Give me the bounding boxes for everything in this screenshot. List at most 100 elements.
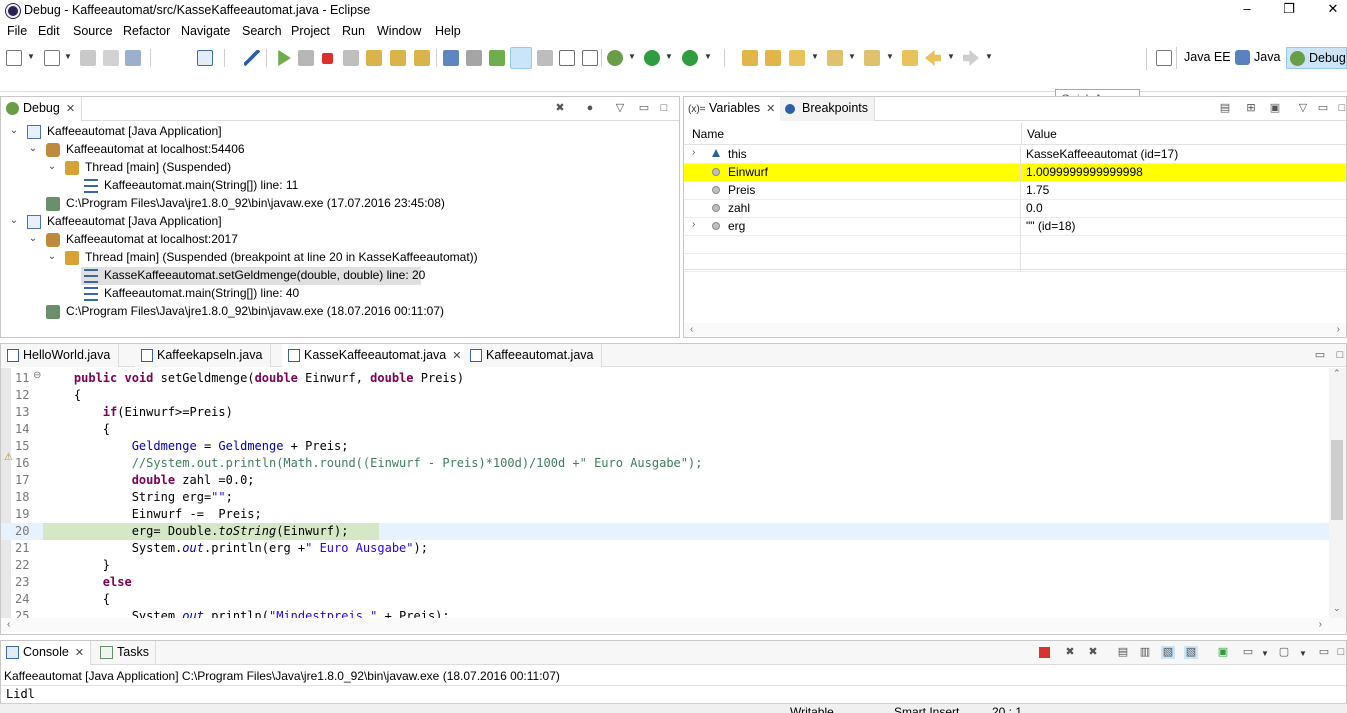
expand-icon[interactable]: ⌄ xyxy=(9,215,19,226)
code-line[interactable]: 19 Einwurf -= Preis; xyxy=(1,506,1329,523)
console-icon[interactable] xyxy=(197,50,213,66)
menu-window[interactable]: Window xyxy=(377,24,421,38)
collapse-all-icon[interactable]: ▣ xyxy=(1268,102,1282,115)
maximize-view-icon[interactable]: □ xyxy=(657,102,671,115)
scroll-lock-icon[interactable]: ▥ xyxy=(1138,646,1152,659)
code-line[interactable]: 17 double zahl =0.0; xyxy=(1,472,1329,489)
step-into-icon[interactable] xyxy=(366,50,382,66)
new-wizard-icon[interactable] xyxy=(44,50,60,66)
perspective-java-ee[interactable]: Java EE xyxy=(1162,47,1235,69)
code-line[interactable]: 14 { xyxy=(1,421,1329,438)
debug-view-icon[interactable] xyxy=(489,50,505,66)
maximize-view-icon[interactable]: □ xyxy=(1335,646,1347,659)
remove-all-terminated-icon[interactable]: ✖ xyxy=(1086,646,1100,659)
code-line[interactable]: 23 else xyxy=(1,574,1329,591)
expand-icon[interactable]: › xyxy=(692,147,695,158)
minimize-view-icon[interactable]: ▭ xyxy=(1316,102,1330,115)
show-type-names-icon[interactable]: ▤ xyxy=(1218,102,1232,115)
column-value[interactable]: Value xyxy=(1027,127,1057,141)
detail-pane[interactable] xyxy=(684,269,1346,321)
expand-icon[interactable]: › xyxy=(692,219,695,230)
run-dropdown-icon[interactable]: ▼ xyxy=(665,52,673,61)
menu-navigate[interactable]: Navigate xyxy=(181,24,230,38)
new-icon[interactable] xyxy=(6,50,22,66)
close-button[interactable]: ✕ xyxy=(1318,1,1347,19)
tab-debug[interactable]: Debug ✕ xyxy=(1,97,83,121)
tab-console[interactable]: Console ✕ xyxy=(1,641,92,665)
tab-breakpoints[interactable]: Breakpoints xyxy=(780,97,876,121)
console-output[interactable]: Lidl xyxy=(6,687,35,701)
use-step-filters-icon[interactable] xyxy=(466,50,482,66)
scroll-right-icon[interactable]: › xyxy=(1319,619,1322,630)
tab-helloworld[interactable]: HelloWorld.java xyxy=(1,344,120,367)
print-icon[interactable] xyxy=(125,50,141,66)
open-task-icon[interactable] xyxy=(765,50,781,66)
tree-item-selected[interactable]: KasseKaffeeautomat.setGeldmenge(double, … xyxy=(81,267,425,285)
run-external-dropdown-icon[interactable]: ▼ xyxy=(704,52,712,61)
code-line[interactable]: 21 System.out.println(erg +" Euro Ausgab… xyxy=(1,540,1329,557)
code-line[interactable]: 25 System.out.println("Mindestpreis " + … xyxy=(1,608,1329,618)
code-line[interactable]: 11 public void setGeldmenge(double Einwu… xyxy=(1,370,1329,387)
expand-icon[interactable]: ⌄ xyxy=(28,143,38,154)
scroll-right-icon[interactable]: › xyxy=(1337,324,1340,335)
tab-kaffeeautomat[interactable]: Kaffeeautomat.java xyxy=(464,344,603,367)
display-console-icon[interactable]: ▭ xyxy=(1241,646,1255,659)
maximize-editor-icon[interactable]: □ xyxy=(1333,349,1347,362)
save-icon[interactable] xyxy=(80,50,96,66)
back-icon[interactable] xyxy=(925,50,941,66)
suspend-icon[interactable] xyxy=(298,50,314,66)
debug-dropdown-icon[interactable]: ▼ xyxy=(628,52,636,61)
show-on-stderr-icon[interactable]: ▧ xyxy=(1184,646,1198,659)
perspective-java[interactable]: Java xyxy=(1232,47,1284,69)
minimize-button[interactable]: – xyxy=(1232,1,1262,19)
toggle-pin-icon[interactable] xyxy=(510,47,532,69)
expand-icon[interactable]: ⌄ xyxy=(28,233,38,244)
open-type-icon[interactable] xyxy=(742,50,758,66)
close-tab-icon[interactable]: ✕ xyxy=(452,350,461,362)
menu-run[interactable]: Run xyxy=(342,24,365,38)
new-wizard-dropdown-icon[interactable]: ▼ xyxy=(64,52,72,61)
show-on-stdout-icon[interactable]: ▧ xyxy=(1161,646,1175,659)
back-dropdown-icon[interactable]: ▼ xyxy=(947,52,955,61)
current-code-line[interactable]: 20 erg= Double.toString(Einwurf); xyxy=(1,523,1329,540)
tab-tasks[interactable]: Tasks xyxy=(95,641,156,665)
show-whitespace-icon[interactable] xyxy=(582,50,598,66)
watch-icon[interactable] xyxy=(537,50,553,66)
scroll-down-icon[interactable]: ⌄ xyxy=(1333,603,1341,614)
close-tab-icon[interactable]: ✕ xyxy=(66,103,75,115)
annotation-up-dropdown-icon[interactable]: ▼ xyxy=(886,52,894,61)
search-dropdown-icon[interactable]: ▼ xyxy=(811,52,819,61)
expand-icon[interactable]: ⌄ xyxy=(9,125,19,136)
maximize-view-icon[interactable]: □ xyxy=(1336,102,1347,115)
variable-row[interactable]: › erg "" (id=18) xyxy=(684,218,1346,236)
forward-dropdown-icon[interactable]: ▼ xyxy=(985,52,993,61)
remove-launch-icon[interactable]: ✖ xyxy=(1063,646,1077,659)
tab-variables[interactable]: (x)= Variables ✕ xyxy=(684,97,783,121)
scrollbar-thumb[interactable] xyxy=(1331,440,1343,520)
code-line[interactable]: 13 if(Einwurf>=Preis) xyxy=(1,404,1329,421)
scroll-left-icon[interactable]: ‹ xyxy=(7,619,10,630)
open-console-dropdown-icon[interactable]: ▼ xyxy=(1299,649,1307,658)
code-line[interactable]: 15 Geldmenge = Geldmenge + Preis; xyxy=(1,438,1329,455)
close-tab-icon[interactable]: ✕ xyxy=(766,103,775,115)
last-edit-icon[interactable] xyxy=(902,50,918,66)
close-tab-icon[interactable]: ✕ xyxy=(75,647,84,659)
variable-row-changed[interactable]: Einwurf 1.0099999999999998 xyxy=(684,164,1346,182)
code-line[interactable]: 24 { xyxy=(1,591,1329,608)
search-icon[interactable] xyxy=(789,50,805,66)
annotation-up-icon[interactable] xyxy=(864,50,880,66)
menu-source[interactable]: Source xyxy=(73,24,113,38)
code-line[interactable]: 22 } xyxy=(1,557,1329,574)
minimize-editor-icon[interactable]: ▭ xyxy=(1313,349,1327,362)
forward-icon[interactable] xyxy=(963,50,979,66)
tab-kaffeekapseln[interactable]: Kaffeekapseln.java xyxy=(135,344,272,367)
vertical-scrollbar[interactable]: ⌃ ⌄ xyxy=(1329,368,1346,618)
view-menu-icon[interactable]: ▽ xyxy=(613,102,627,115)
open-console-icon[interactable]: ▢ xyxy=(1277,646,1291,659)
column-name[interactable]: Name xyxy=(692,127,724,141)
scroll-left-icon[interactable]: ‹ xyxy=(690,324,693,335)
code-line[interactable]: 18 String erg=""; xyxy=(1,489,1329,506)
scroll-up-icon[interactable]: ⌃ xyxy=(1333,368,1341,379)
variable-row[interactable]: zahl 0.0 xyxy=(684,200,1346,218)
code-line[interactable]: 16 //System.out.println(Math.round((Einw… xyxy=(1,455,1329,472)
